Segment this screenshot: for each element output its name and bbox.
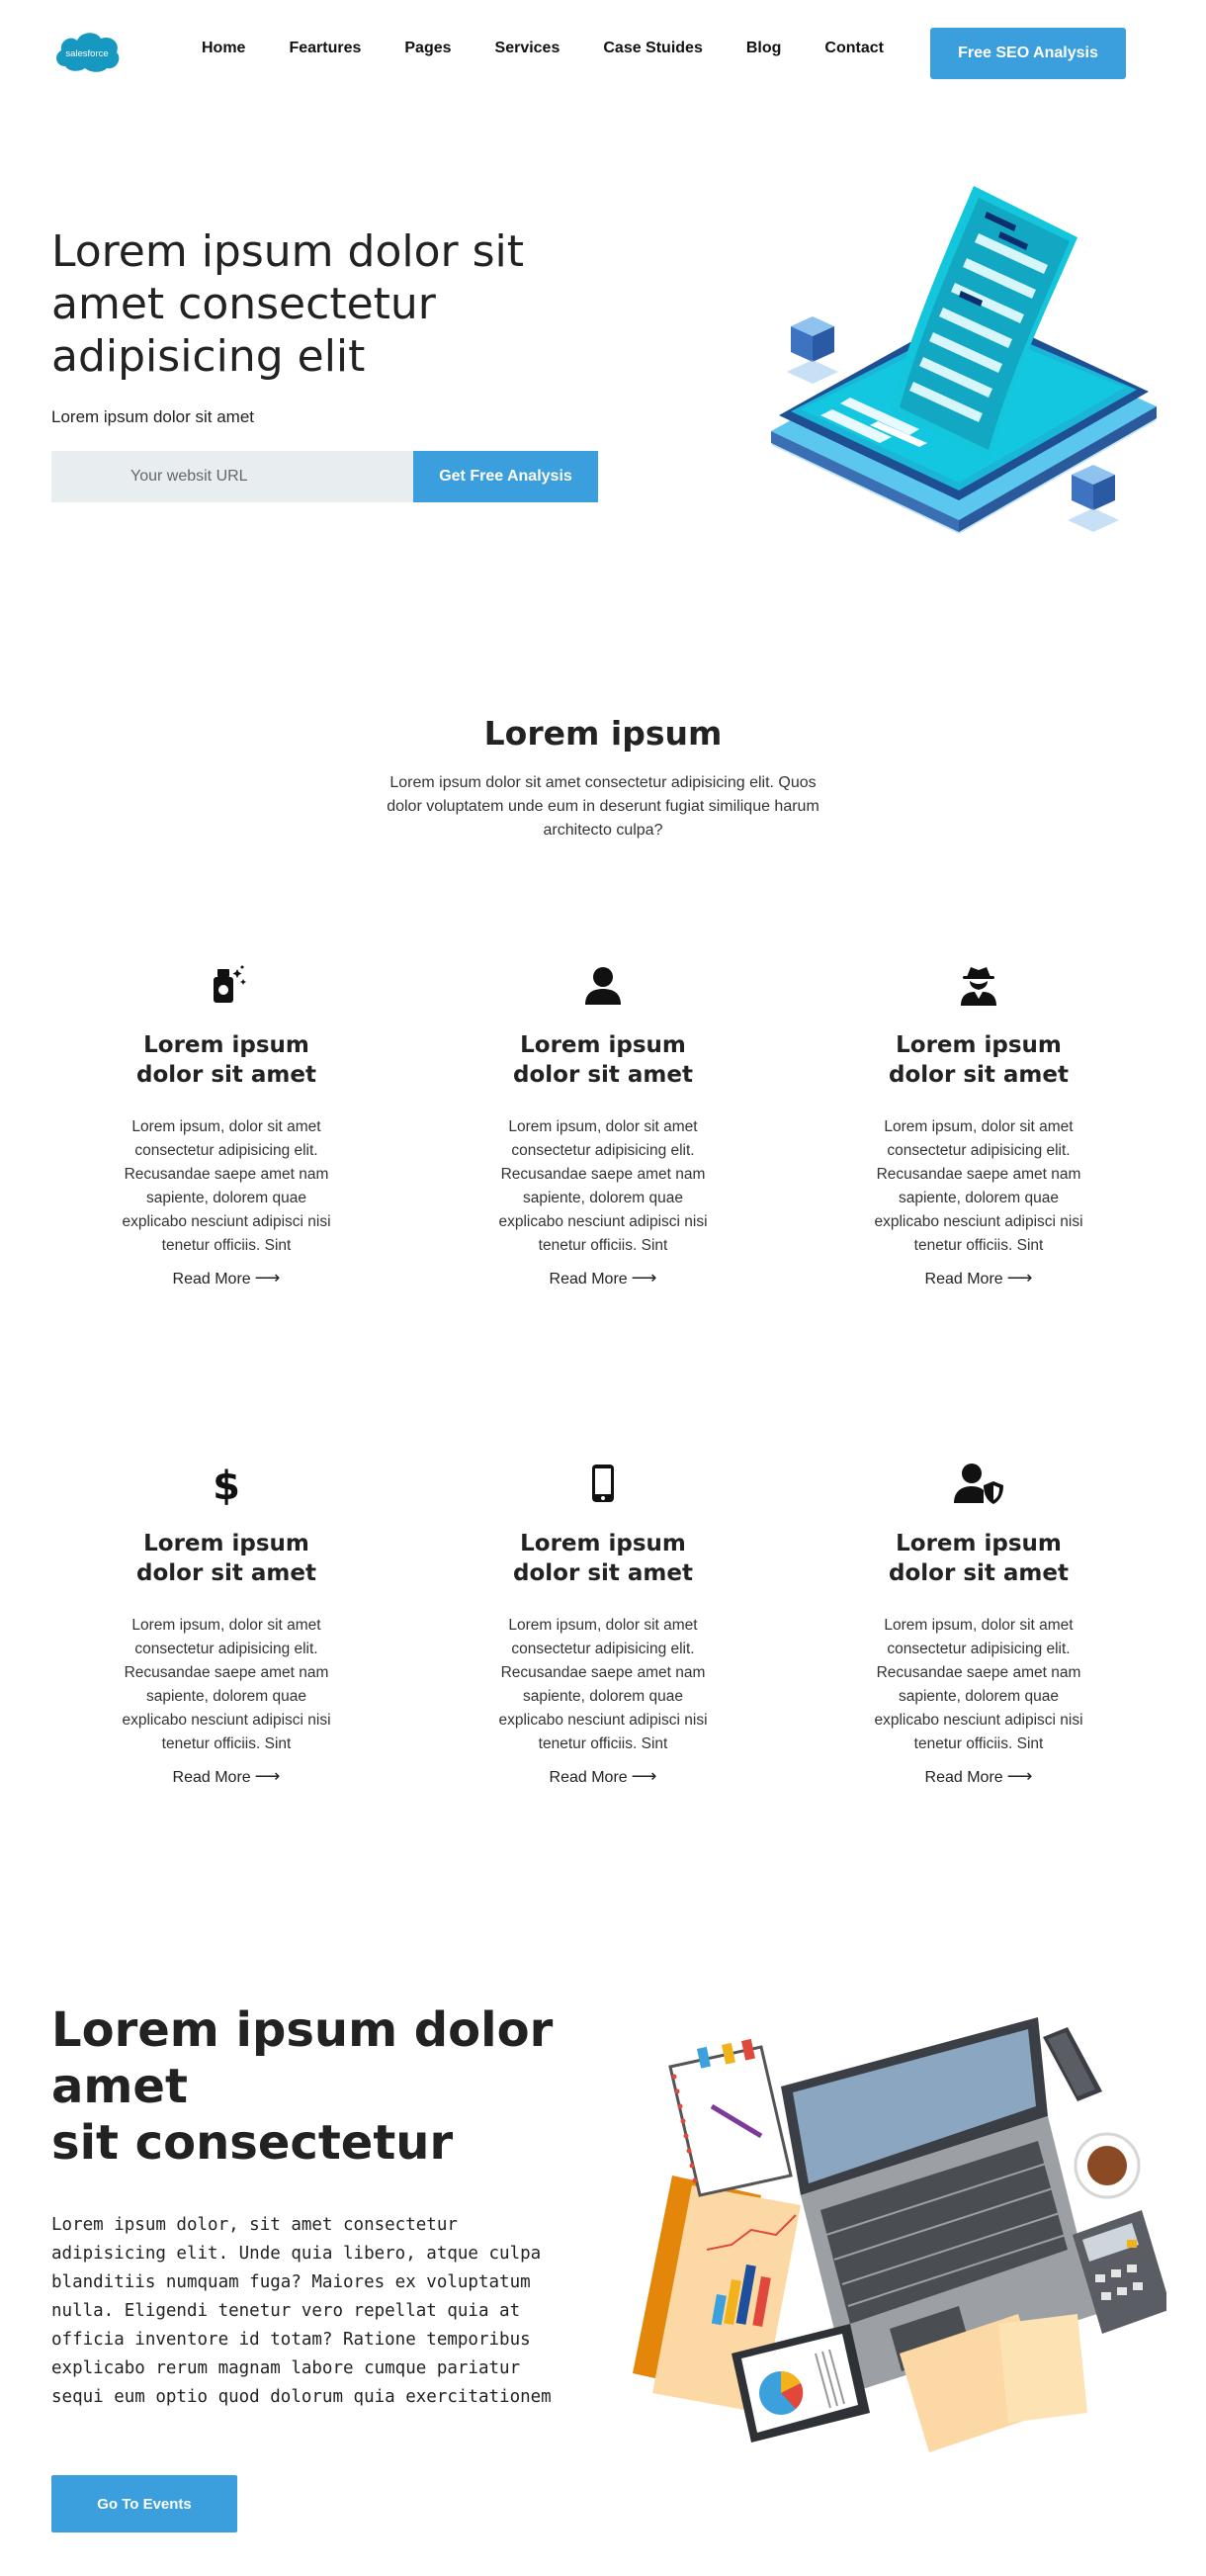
feature-card: Lorem ipsum dolor sit amet Lorem ipsum, … <box>455 1460 751 1787</box>
go-to-events-button[interactable]: Go To Events <box>51 2475 237 2532</box>
desk-workspace-illustration <box>633 2017 1166 2452</box>
user-icon <box>455 961 751 1009</box>
events-title-line2: sit consectetur <box>51 2115 454 2171</box>
arrow-right-icon: ⟶ <box>254 1766 281 1786</box>
nav-link-features[interactable]: Feartures <box>289 40 361 57</box>
card-text: Lorem ipsum, dolor sit amet consectetur … <box>122 1617 331 1752</box>
events-title: Lorem ipsum dolor amet sit consectetur <box>51 2002 565 2172</box>
nav-link-blog[interactable]: Blog <box>746 40 782 57</box>
user-secret-icon <box>830 961 1127 1009</box>
read-more-label: Read More <box>549 1271 628 1288</box>
arrow-right-icon: ⟶ <box>1006 1766 1033 1786</box>
events-title-line1: Lorem ipsum dolor amet <box>51 2002 554 2114</box>
nav-link-home[interactable]: Home <box>202 40 245 57</box>
feature-card: $ Lorem ipsum dolor sit amet Lorem ipsum… <box>78 1460 375 1787</box>
get-free-analysis-button[interactable]: Get Free Analysis <box>413 451 598 502</box>
events-text: Lorem ipsum dolor, sit amet consectetur … <box>51 2215 552 2407</box>
nav-link-contact[interactable]: Contact <box>824 40 884 57</box>
feature-card: Lorem ipsum dolor sit amet Lorem ipsum, … <box>830 961 1127 1288</box>
hero-subtitle: Lorem ipsum dolor sit amet <box>51 407 255 426</box>
feature-card: Lorem ipsum dolor sit amet Lorem ipsum, … <box>455 961 751 1288</box>
user-shield-icon <box>830 1460 1127 1507</box>
card-title: Lorem ipsum dolor sit amet <box>889 1032 1069 1088</box>
read-more-link[interactable]: Read More ⟶ <box>550 1268 657 1288</box>
card-title: Lorem ipsum dolor sit amet <box>136 1032 316 1088</box>
read-more-label: Read More <box>172 1271 251 1288</box>
read-more-link[interactable]: Read More ⟶ <box>173 1268 281 1288</box>
url-analysis-form: Get Free Analysis <box>51 451 598 502</box>
arrow-right-icon: ⟶ <box>631 1268 657 1288</box>
read-more-link[interactable]: Read More ⟶ <box>173 1766 281 1787</box>
spray-bottle-icon <box>78 961 375 1009</box>
card-text: Lorem ipsum, dolor sit amet consectetur … <box>874 1617 1083 1752</box>
arrow-right-icon: ⟶ <box>254 1268 281 1288</box>
nav-links: Home Feartures Pages Services Case Stuid… <box>202 40 927 57</box>
salesforce-logo[interactable]: salesforce <box>51 27 123 76</box>
hero-title: Lorem ipsum dolor sit amet consectetur a… <box>51 226 524 382</box>
card-title: Lorem ipsum dolor sit amet <box>136 1531 316 1586</box>
card-text: Lorem ipsum, dolor sit amet consectetur … <box>122 1118 331 1254</box>
read-more-link[interactable]: Read More ⟶ <box>550 1766 657 1787</box>
read-more-link[interactable]: Read More ⟶ <box>925 1766 1033 1787</box>
read-more-label: Read More <box>924 1271 1003 1288</box>
card-title: Lorem ipsum dolor sit amet <box>889 1531 1069 1586</box>
card-text: Lorem ipsum, dolor sit amet consectetur … <box>874 1118 1083 1254</box>
top-navbar: salesforce Home Feartures Pages Services… <box>0 0 1206 104</box>
logo-text: salesforce <box>65 48 108 59</box>
card-title: Lorem ipsum dolor sit amet <box>513 1531 693 1586</box>
read-more-label: Read More <box>172 1769 251 1786</box>
arrow-right-icon: ⟶ <box>631 1766 657 1786</box>
mobile-icon <box>455 1460 751 1507</box>
svg-text:$: $ <box>213 1464 240 1505</box>
card-title: Lorem ipsum dolor sit amet <box>513 1032 693 1088</box>
feature-card: Lorem ipsum dolor sit amet Lorem ipsum, … <box>830 1460 1127 1787</box>
feature-card: Lorem ipsum dolor sit amet Lorem ipsum, … <box>78 961 375 1288</box>
nav-link-services[interactable]: Services <box>495 40 560 57</box>
nav-link-case-studies[interactable]: Case Stuides <box>603 40 702 57</box>
read-more-link[interactable]: Read More ⟶ <box>925 1268 1033 1288</box>
features-description: Lorem ipsum dolor sit amet consectetur a… <box>387 774 819 839</box>
dollar-icon: $ <box>78 1460 375 1507</box>
read-more-label: Read More <box>924 1769 1003 1786</box>
nav-link-pages[interactable]: Pages <box>404 40 451 57</box>
free-seo-analysis-button[interactable]: Free SEO Analysis <box>930 28 1126 79</box>
card-text: Lorem ipsum, dolor sit amet consectetur … <box>498 1118 708 1254</box>
hero-phone-illustration <box>771 186 1157 534</box>
card-text: Lorem ipsum, dolor sit amet consectetur … <box>498 1617 708 1752</box>
arrow-right-icon: ⟶ <box>1006 1268 1033 1288</box>
website-url-input[interactable] <box>51 451 413 502</box>
read-more-label: Read More <box>549 1769 628 1786</box>
features-title: Lorem ipsum <box>483 714 723 753</box>
